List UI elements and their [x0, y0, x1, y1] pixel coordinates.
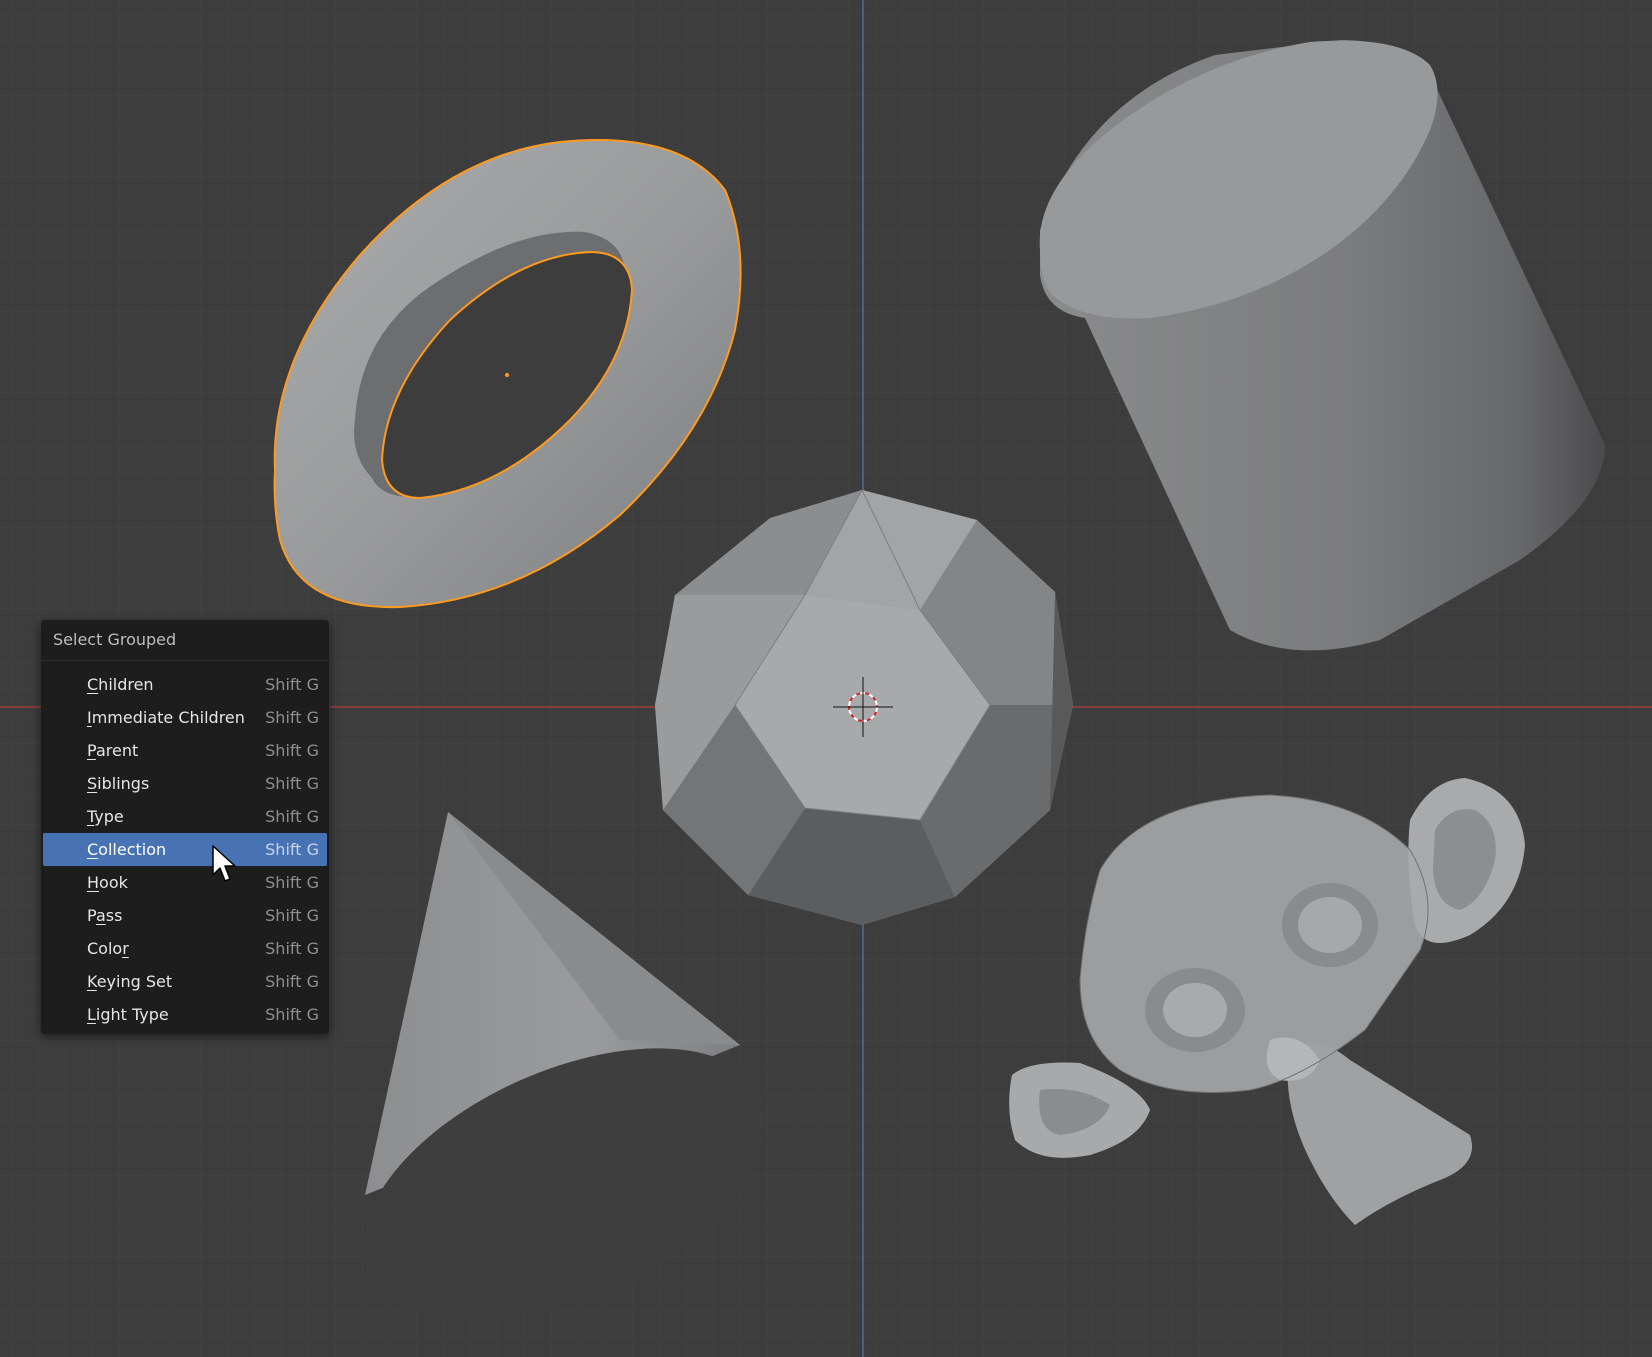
menu-item-shortcut: Shift G — [265, 675, 319, 694]
menu-item-siblings[interactable]: Siblings Shift G — [43, 767, 327, 800]
menu-item-label: Pass — [87, 906, 123, 925]
menu-title: Select Grouped — [41, 620, 329, 661]
menu-item-label: Immediate Children — [87, 708, 245, 727]
select-grouped-menu: Select Grouped Children Shift G Immediate … — [41, 620, 329, 1034]
menu-item-shortcut: Shift G — [265, 906, 319, 925]
menu-item-shortcut: Shift G — [265, 807, 319, 826]
menu-item-shortcut: Shift G — [265, 873, 319, 892]
menu-item-shortcut: Shift G — [265, 972, 319, 991]
3d-viewport[interactable]: Select Grouped Children Shift G Immediate … — [0, 0, 1652, 1357]
menu-item-collection[interactable]: Collection Shift G — [43, 833, 327, 866]
menu-item-label: Light Type — [87, 1005, 169, 1024]
menu-item-label: Type — [87, 807, 124, 826]
menu-item-color[interactable]: Color Shift G — [43, 932, 327, 965]
menu-item-shortcut: Shift G — [265, 840, 319, 859]
menu-item-type[interactable]: Type Shift G — [43, 800, 327, 833]
menu-item-label: Children — [87, 675, 154, 694]
menu-item-children[interactable]: Children Shift G — [43, 668, 327, 701]
menu-item-label: Parent — [87, 741, 139, 760]
menu-item-shortcut: Shift G — [265, 741, 319, 760]
menu-item-shortcut: Shift G — [265, 774, 319, 793]
menu-item-parent[interactable]: Parent Shift G — [43, 734, 327, 767]
menu-item-label: Collection — [87, 840, 167, 859]
menu-item-shortcut: Shift G — [265, 939, 319, 958]
menu-item-label: Hook — [87, 873, 128, 892]
menu-item-label: Keying Set — [87, 972, 173, 991]
menu-item-shortcut: Shift G — [265, 1005, 319, 1024]
menu-item-immediate-children[interactable]: Immediate Children Shift G — [43, 701, 327, 734]
menu-items: Children Shift G Immediate Children Shift G… — [41, 661, 329, 1031]
menu-item-label: Color — [87, 939, 129, 958]
menu-item-keying-set[interactable]: Keying Set Shift G — [43, 965, 327, 998]
menu-item-light-type[interactable]: Light Type Shift G — [43, 998, 327, 1031]
menu-item-pass[interactable]: Pass Shift G — [43, 899, 327, 932]
menu-item-hook[interactable]: Hook Shift G — [43, 866, 327, 899]
menu-item-shortcut: Shift G — [265, 708, 319, 727]
menu-item-label: Siblings — [87, 774, 150, 793]
